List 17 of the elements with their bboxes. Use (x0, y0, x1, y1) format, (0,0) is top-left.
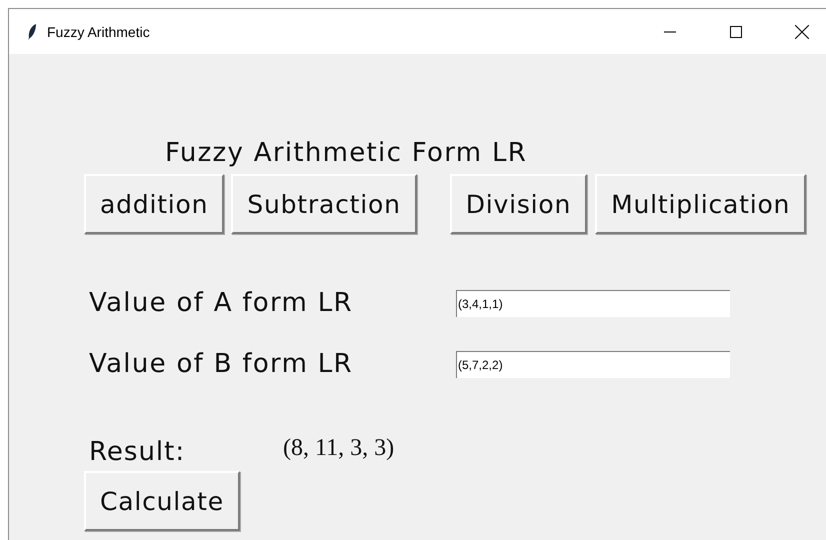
maximize-icon[interactable] (730, 26, 742, 38)
minimize-icon[interactable] (664, 30, 676, 32)
input-field[interactable]: (5,7,2,2) (456, 350, 730, 378)
window-title: Fuzzy Arithmetic (47, 24, 150, 40)
form-heading: Fuzzy Arithmetic Form LR (165, 138, 528, 168)
input-field[interactable]: (3,4,1,1) (456, 290, 730, 316)
operation-button[interactable]: addition (84, 174, 224, 234)
result-value: (8, 11, 3, 3) (283, 434, 394, 462)
feather-icon (27, 22, 37, 40)
operation-button[interactable]: Division (450, 174, 588, 234)
result-label: Result: (88, 437, 186, 467)
calculate-button[interactable]: Calculate (84, 471, 240, 531)
operation-button[interactable]: Subtraction (231, 174, 417, 234)
operation-button[interactable]: Multiplication (595, 174, 806, 234)
close-icon[interactable] (795, 24, 809, 38)
field-label: Value of B form LR (88, 349, 354, 379)
field-label: Value of A form LR (88, 288, 354, 318)
